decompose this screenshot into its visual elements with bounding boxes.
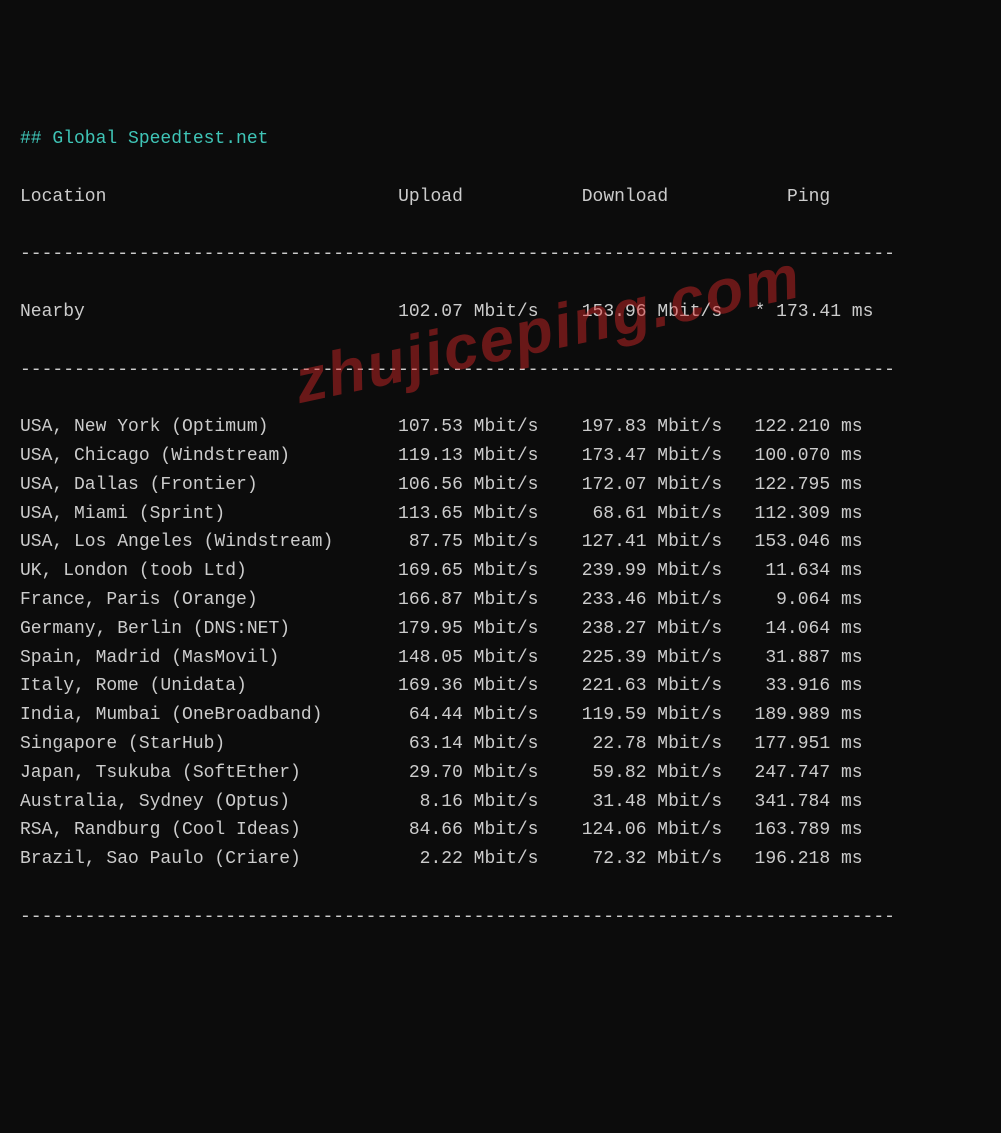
nearby-ping: * 173.41 ms bbox=[755, 302, 874, 322]
cell-upload: 169.65 Mbit/s bbox=[366, 561, 539, 581]
cell-ping: 31.887 ms bbox=[722, 648, 862, 668]
cell-ping: 177.951 ms bbox=[722, 734, 862, 754]
cell-location: Brazil, Sao Paulo (Criare) bbox=[20, 849, 366, 869]
table-row: Spain, Madrid (MasMovil) 148.05 Mbit/s 2… bbox=[20, 644, 981, 673]
cell-upload: 166.87 Mbit/s bbox=[366, 590, 539, 610]
table-row: RSA, Randburg (Cool Ideas) 84.66 Mbit/s … bbox=[20, 816, 981, 845]
table-row: France, Paris (Orange) 166.87 Mbit/s 233… bbox=[20, 586, 981, 615]
cell-ping: 122.795 ms bbox=[722, 475, 862, 495]
cell-download: 68.61 Mbit/s bbox=[538, 504, 722, 524]
header-row: Location Upload Download Ping bbox=[20, 183, 981, 212]
table-row: Brazil, Sao Paulo (Criare) 2.22 Mbit/s 7… bbox=[20, 845, 981, 874]
nearby-label: Nearby bbox=[20, 302, 85, 322]
table-row: USA, New York (Optimum) 107.53 Mbit/s 19… bbox=[20, 413, 981, 442]
cell-download: 221.63 Mbit/s bbox=[538, 676, 722, 696]
header-ping: Ping bbox=[787, 187, 830, 207]
cell-location: UK, London (toob Ltd) bbox=[20, 561, 366, 581]
cell-upload: 8.16 Mbit/s bbox=[366, 792, 539, 812]
cell-ping: 112.309 ms bbox=[722, 504, 862, 524]
cell-download: 127.41 Mbit/s bbox=[538, 532, 722, 552]
cell-ping: 163.789 ms bbox=[722, 820, 862, 840]
cell-ping: 100.070 ms bbox=[722, 446, 862, 466]
cell-ping: 33.916 ms bbox=[722, 676, 862, 696]
section-title: ## Global Speedtest.net bbox=[20, 129, 268, 149]
nearby-upload: 102.07 Mbit/s bbox=[398, 302, 538, 322]
cell-download: 22.78 Mbit/s bbox=[538, 734, 722, 754]
table-row: Singapore (StarHub) 63.14 Mbit/s 22.78 M… bbox=[20, 730, 981, 759]
cell-location: Japan, Tsukuba (SoftEther) bbox=[20, 763, 366, 783]
cell-download: 119.59 Mbit/s bbox=[538, 705, 722, 725]
cell-location: Italy, Rome (Unidata) bbox=[20, 676, 366, 696]
cell-upload: 64.44 Mbit/s bbox=[366, 705, 539, 725]
cell-download: 124.06 Mbit/s bbox=[538, 820, 722, 840]
cell-upload: 169.36 Mbit/s bbox=[366, 676, 539, 696]
table-row: Australia, Sydney (Optus) 8.16 Mbit/s 31… bbox=[20, 788, 981, 817]
cell-upload: 179.95 Mbit/s bbox=[366, 619, 539, 639]
cell-upload: 2.22 Mbit/s bbox=[366, 849, 539, 869]
table-row: USA, Chicago (Windstream) 119.13 Mbit/s … bbox=[20, 442, 981, 471]
cell-location: India, Mumbai (OneBroadband) bbox=[20, 705, 366, 725]
cell-upload: 119.13 Mbit/s bbox=[366, 446, 539, 466]
nearby-row: Nearby 102.07 Mbit/s 153.96 Mbit/s * 173… bbox=[20, 298, 981, 327]
cell-ping: 14.064 ms bbox=[722, 619, 862, 639]
cell-upload: 106.56 Mbit/s bbox=[366, 475, 539, 495]
cell-upload: 107.53 Mbit/s bbox=[366, 417, 539, 437]
cell-download: 59.82 Mbit/s bbox=[538, 763, 722, 783]
cell-location: France, Paris (Orange) bbox=[20, 590, 366, 610]
cell-upload: 113.65 Mbit/s bbox=[366, 504, 539, 524]
cell-download: 72.32 Mbit/s bbox=[538, 849, 722, 869]
cell-download: 225.39 Mbit/s bbox=[538, 648, 722, 668]
cell-location: USA, Los Angeles (Windstream) bbox=[20, 532, 366, 552]
table-row: Germany, Berlin (DNS:NET) 179.95 Mbit/s … bbox=[20, 615, 981, 644]
cell-ping: 247.747 ms bbox=[722, 763, 862, 783]
table-row: Japan, Tsukuba (SoftEther) 29.70 Mbit/s … bbox=[20, 759, 981, 788]
cell-upload: 148.05 Mbit/s bbox=[366, 648, 539, 668]
divider: ----------------------------------------… bbox=[20, 240, 981, 269]
cell-download: 173.47 Mbit/s bbox=[538, 446, 722, 466]
cell-ping: 341.784 ms bbox=[722, 792, 862, 812]
cell-ping: 196.218 ms bbox=[722, 849, 862, 869]
table-row: Italy, Rome (Unidata) 169.36 Mbit/s 221.… bbox=[20, 672, 981, 701]
cell-ping: 153.046 ms bbox=[722, 532, 862, 552]
divider: ----------------------------------------… bbox=[20, 903, 981, 932]
cell-upload: 87.75 Mbit/s bbox=[366, 532, 539, 552]
nearby-download: 153.96 Mbit/s bbox=[582, 302, 722, 322]
cell-download: 31.48 Mbit/s bbox=[538, 792, 722, 812]
cell-download: 239.99 Mbit/s bbox=[538, 561, 722, 581]
table-row: USA, Dallas (Frontier) 106.56 Mbit/s 172… bbox=[20, 471, 981, 500]
cell-location: USA, Dallas (Frontier) bbox=[20, 475, 366, 495]
cell-location: RSA, Randburg (Cool Ideas) bbox=[20, 820, 366, 840]
cell-download: 172.07 Mbit/s bbox=[538, 475, 722, 495]
table-row: USA, Los Angeles (Windstream) 87.75 Mbit… bbox=[20, 528, 981, 557]
cell-location: USA, Chicago (Windstream) bbox=[20, 446, 366, 466]
header-upload: Upload bbox=[398, 187, 463, 207]
header-location: Location bbox=[20, 187, 106, 207]
cell-location: Australia, Sydney (Optus) bbox=[20, 792, 366, 812]
table-row: UK, London (toob Ltd) 169.65 Mbit/s 239.… bbox=[20, 557, 981, 586]
cell-ping: 11.634 ms bbox=[722, 561, 862, 581]
table-row: USA, Miami (Sprint) 113.65 Mbit/s 68.61 … bbox=[20, 500, 981, 529]
cell-upload: 63.14 Mbit/s bbox=[366, 734, 539, 754]
cell-location: USA, Miami (Sprint) bbox=[20, 504, 366, 524]
cell-upload: 29.70 Mbit/s bbox=[366, 763, 539, 783]
cell-location: USA, New York (Optimum) bbox=[20, 417, 366, 437]
cell-ping: 9.064 ms bbox=[722, 590, 862, 610]
cell-upload: 84.66 Mbit/s bbox=[366, 820, 539, 840]
cell-download: 197.83 Mbit/s bbox=[538, 417, 722, 437]
divider: ----------------------------------------… bbox=[20, 356, 981, 385]
cell-location: Spain, Madrid (MasMovil) bbox=[20, 648, 366, 668]
cell-download: 238.27 Mbit/s bbox=[538, 619, 722, 639]
cell-download: 233.46 Mbit/s bbox=[538, 590, 722, 610]
cell-location: Germany, Berlin (DNS:NET) bbox=[20, 619, 366, 639]
header-download: Download bbox=[582, 187, 668, 207]
cell-ping: 189.989 ms bbox=[722, 705, 862, 725]
table-row: India, Mumbai (OneBroadband) 64.44 Mbit/… bbox=[20, 701, 981, 730]
cell-ping: 122.210 ms bbox=[722, 417, 862, 437]
cell-location: Singapore (StarHub) bbox=[20, 734, 366, 754]
